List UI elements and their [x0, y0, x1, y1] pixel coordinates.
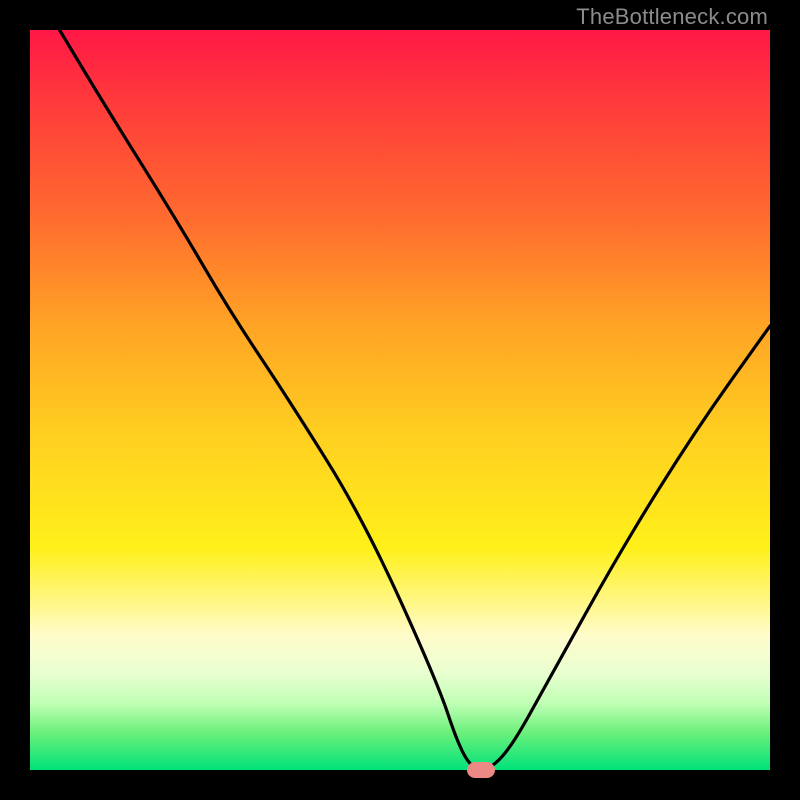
chart-plot-area [30, 30, 770, 770]
watermark-text: TheBottleneck.com [576, 4, 768, 30]
optimal-marker [467, 762, 495, 778]
curve-path [60, 30, 770, 770]
bottleneck-curve [30, 30, 770, 770]
